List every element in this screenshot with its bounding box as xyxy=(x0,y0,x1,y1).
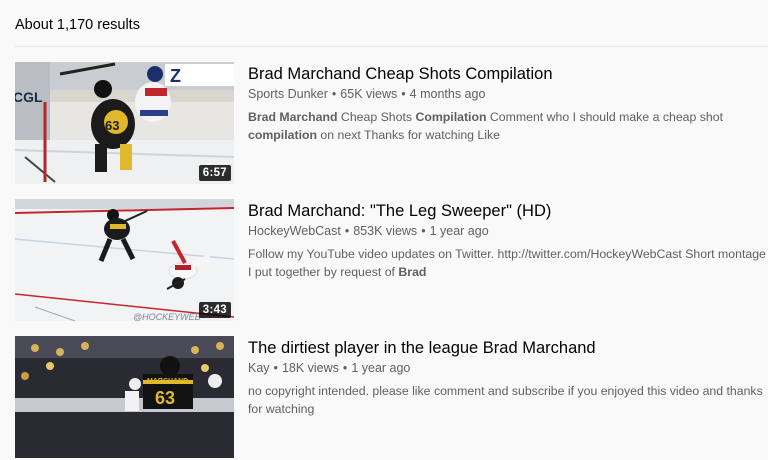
channel-name[interactable]: HockeyWebCast xyxy=(248,224,341,238)
video-thumbnail-2[interactable]: @HOCKEYWEB 3:43 xyxy=(15,199,234,321)
meta-separator: • xyxy=(342,361,348,375)
description-highlight: Brad Marchand xyxy=(248,110,338,124)
video-title[interactable]: Brad Marchand Cheap Shots Compilation xyxy=(248,63,768,85)
video-title[interactable]: Brad Marchand: "The Leg Sweeper" (HD) xyxy=(248,200,768,222)
description-text: no copyright intended. please like comme… xyxy=(248,384,763,416)
thumb-ad-text: CGL xyxy=(15,89,43,105)
video-metadata: Kay • 18K views • 1 year ago xyxy=(248,359,768,377)
video-result-1[interactable]: CGL Z 63 6:57 Brad Marchand Cheap Shots … xyxy=(15,62,768,186)
description-text: Comment who I should make a cheap shot xyxy=(486,110,723,124)
svg-text:Z: Z xyxy=(170,66,181,86)
video-info-1: Brad Marchand Cheap Shots Compilation Sp… xyxy=(248,62,768,144)
video-duration: 6:57 xyxy=(198,165,231,181)
video-result-2[interactable]: @HOCKEYWEB 3:43 Brad Marchand: "The Leg … xyxy=(15,199,768,323)
description-text: on next Thanks for watching Like xyxy=(317,127,500,142)
video-description: Brad Marchand Cheap Shots Compilation Co… xyxy=(248,109,768,144)
video-description: Follow my YouTube video updates on Twitt… xyxy=(248,246,768,281)
channel-name[interactable]: Sports Dunker xyxy=(248,87,328,101)
video-thumbnail-1[interactable]: CGL Z 63 6:57 xyxy=(15,62,234,184)
description-highlight: Brad xyxy=(398,264,427,279)
thumb-jersey-name: MARCHAND xyxy=(147,378,188,385)
results-count: About 1,170 results xyxy=(15,17,140,33)
thumb-jersey-number: 63 xyxy=(155,388,175,408)
video-info-2: Brad Marchand: "The Leg Sweeper" (HD) Ho… xyxy=(248,199,768,281)
thumb-watermark: @HOCKEYWEB xyxy=(133,312,201,321)
channel-name[interactable]: Kay xyxy=(248,361,270,375)
video-metadata: HockeyWebCast • 853K views • 1 year ago xyxy=(248,222,768,240)
svg-text:63: 63 xyxy=(105,118,119,133)
description-highlight: compilation xyxy=(248,127,318,142)
video-info-3: The dirtiest player in the league Brad M… xyxy=(248,336,768,418)
video-description: no copyright intended. please like comme… xyxy=(248,383,768,418)
meta-separator: • xyxy=(331,87,337,101)
upload-age: 1 year ago xyxy=(351,361,411,375)
video-result-3[interactable]: MARCHAND 63 The dirtiest player in the l… xyxy=(15,336,768,460)
video-metadata: Sports Dunker • 65K views • 4 months ago xyxy=(248,85,768,103)
meta-separator: • xyxy=(401,87,406,101)
view-count: 18K views xyxy=(281,361,339,375)
upload-age: 4 months ago xyxy=(409,87,486,101)
description-text: Cheap Shots xyxy=(337,110,416,124)
hockey-crowd-image: MARCHAND 63 xyxy=(15,336,234,458)
meta-separator: • xyxy=(421,224,426,238)
divider xyxy=(15,46,768,47)
description-text: Follow my YouTube video updates on Twitt… xyxy=(248,247,766,279)
view-count: 65K views xyxy=(340,87,398,101)
video-thumbnail-3[interactable]: MARCHAND 63 xyxy=(15,336,234,458)
upload-age: 1 year ago xyxy=(429,224,489,238)
video-title[interactable]: The dirtiest player in the league Brad M… xyxy=(248,337,768,359)
meta-separator: • xyxy=(273,361,278,375)
view-count: 853K views xyxy=(353,224,418,238)
meta-separator: • xyxy=(344,224,350,238)
video-duration: 3:43 xyxy=(198,302,231,318)
description-highlight: Compilation xyxy=(415,110,487,124)
